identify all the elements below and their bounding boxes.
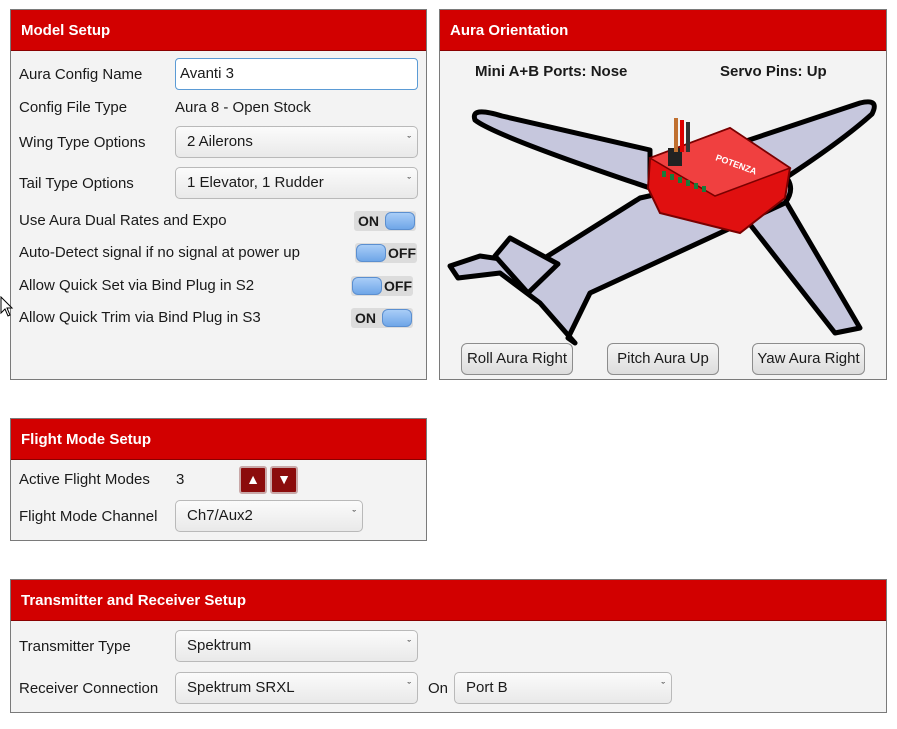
dual-rates-label: Use Aura Dual Rates and Expo	[19, 212, 227, 229]
airplane-icon	[447, 99, 877, 346]
flight-mode-channel-select[interactable]: Ch7/Aux2 ˇ	[175, 500, 363, 532]
config-file-type-value: Aura 8 - Open Stock	[175, 99, 311, 116]
flight-mode-panel: Flight Mode Setup Active Flight Modes 3 …	[10, 418, 427, 541]
receiver-port-select[interactable]: Port B ˇ	[454, 672, 672, 704]
active-flight-modes-value: 3	[176, 471, 185, 488]
pitch-aura-up-button[interactable]: Pitch Aura Up	[607, 343, 719, 375]
chevron-down-icon: ˇ	[352, 509, 356, 521]
orientation-panel: Aura Orientation Mini A+B Ports: Nose Se…	[439, 9, 887, 380]
wing-type-value: 2 Ailerons	[187, 133, 253, 150]
dual-rates-state: ON	[358, 213, 379, 229]
tail-type-select[interactable]: 1 Elevator, 1 Rudder ˇ	[175, 167, 418, 199]
config-name-input[interactable]: Avanti 3	[175, 58, 418, 90]
transmitter-type-label: Transmitter Type	[19, 638, 131, 655]
toggle-knob	[385, 212, 415, 230]
chevron-down-icon: ˇ	[407, 639, 411, 651]
receiver-connection-select[interactable]: Spektrum SRXL ˇ	[175, 672, 418, 704]
roll-aura-right-button[interactable]: Roll Aura Right	[461, 343, 573, 375]
flight-mode-channel-value: Ch7/Aux2	[187, 507, 253, 524]
quick-set-state: OFF	[384, 278, 412, 294]
orientation-header: Aura Orientation	[440, 10, 886, 51]
tx-rx-panel: Transmitter and Receiver Setup Transmitt…	[10, 579, 887, 713]
auto-detect-label: Auto-Detect signal if no signal at power…	[19, 244, 300, 261]
tail-type-value: 1 Elevator, 1 Rudder	[187, 174, 324, 191]
transmitter-type-select[interactable]: Spektrum ˇ	[175, 630, 418, 662]
quick-set-toggle[interactable]: OFF	[351, 276, 413, 296]
flight-mode-channel-label: Flight Mode Channel	[19, 508, 158, 525]
model-setup-panel: Model Setup Aura Config Name Avanti 3 Co…	[10, 9, 427, 380]
tail-type-label: Tail Type Options	[19, 175, 134, 192]
wing-type-label: Wing Type Options	[19, 134, 146, 151]
mouse-cursor-icon	[0, 296, 14, 317]
receiver-connection-value: Spektrum SRXL	[187, 679, 295, 696]
toggle-knob	[382, 309, 412, 327]
tx-rx-header: Transmitter and Receiver Setup	[11, 580, 886, 621]
model-setup-header: Model Setup	[11, 10, 426, 51]
transmitter-type-value: Spektrum	[187, 637, 252, 654]
auto-detect-state: OFF	[388, 245, 416, 261]
chevron-down-icon: ˇ	[407, 681, 411, 693]
auto-detect-toggle[interactable]: OFF	[355, 243, 417, 263]
down-arrow-icon: ▼	[277, 471, 291, 487]
chevron-down-icon: ˇ	[407, 135, 411, 147]
chevron-down-icon: ˇ	[407, 176, 411, 188]
increase-flight-modes-button[interactable]: ▲	[239, 466, 267, 494]
config-name-label: Aura Config Name	[19, 66, 143, 83]
flight-mode-header: Flight Mode Setup	[11, 419, 426, 460]
active-flight-modes-label: Active Flight Modes	[19, 471, 150, 488]
receiver-connection-label: Receiver Connection	[19, 680, 159, 697]
airplane-illustration: POTENZA	[447, 99, 877, 346]
quick-trim-state: ON	[355, 310, 376, 326]
up-arrow-icon: ▲	[246, 471, 260, 487]
quick-set-label: Allow Quick Set via Bind Plug in S2	[19, 277, 255, 294]
dual-rates-toggle[interactable]: ON	[354, 211, 416, 231]
toggle-knob	[352, 277, 382, 295]
quick-trim-label: Allow Quick Trim via Bind Plug in S3	[19, 309, 261, 326]
wing-type-select[interactable]: 2 Ailerons ˇ	[175, 126, 418, 158]
on-label: On	[428, 680, 449, 697]
yaw-aura-right-button[interactable]: Yaw Aura Right	[752, 343, 865, 375]
decrease-flight-modes-button[interactable]: ▼	[270, 466, 298, 494]
chevron-down-icon: ˇ	[661, 681, 665, 693]
quick-trim-toggle[interactable]: ON	[351, 308, 413, 328]
toggle-knob	[356, 244, 386, 262]
config-file-type-label: Config File Type	[19, 99, 128, 116]
servo-orientation-label: Servo Pins: Up	[720, 63, 827, 80]
receiver-port-value: Port B	[466, 679, 508, 696]
ports-orientation-label: Mini A+B Ports: Nose	[475, 63, 628, 80]
